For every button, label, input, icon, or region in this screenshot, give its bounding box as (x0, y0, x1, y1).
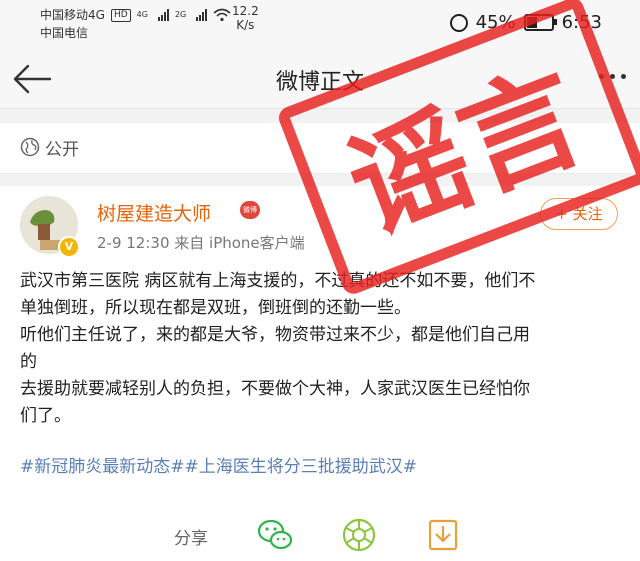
section-gap-2 (0, 174, 640, 186)
content-line: 武汉市第三医院 病区就有上海支援的，不过真的还不如不要，他们不 (20, 271, 536, 291)
wechat-icon[interactable] (256, 516, 294, 554)
hashtags-link[interactable]: #新冠肺炎最新动态##上海医生将分三批援助武汉# (20, 452, 417, 477)
content-line: 的 (20, 352, 37, 372)
share-bar: 分享 (0, 508, 640, 561)
battery-icon (523, 14, 557, 31)
signal-icon (157, 9, 169, 21)
alarm-icon (449, 13, 468, 32)
page-title: 微博正文 (275, 70, 364, 95)
content-line: 们了。 (20, 406, 71, 426)
nav-bar: 微博正文 (0, 50, 640, 109)
speed-unit: K/s (236, 18, 255, 32)
clock-time: 6:53 (561, 12, 602, 33)
save-icon[interactable] (424, 516, 462, 554)
status-bar: 中国移动4G HD 4G 2G 中国电信 12.2 K/s 45% 6:53 (0, 0, 640, 50)
author-name[interactable]: 树屋建造大师 (97, 199, 211, 226)
moments-icon[interactable] (340, 516, 378, 554)
share-label: 分享 (174, 529, 208, 549)
post-meta: 2-9 12:30 来自 iPhone客户端 (97, 234, 305, 252)
signal-icon-2 (196, 9, 208, 21)
section-gap (0, 109, 640, 123)
follow-button[interactable]: + 关注 (540, 198, 618, 230)
network-speed: 12.2 K/s (232, 4, 259, 32)
content-line: 单独倒班，所以现在都是双班，倒班倒的还勤一些。 (20, 298, 411, 318)
globe-icon (20, 137, 40, 157)
wifi-icon (213, 8, 231, 22)
content-line: 听他们主任说了，来的都是大爷，物资带过来不少，都是他们自己用 (20, 325, 530, 345)
post-content: 武汉市第三医院 病区就有上海支援的，不过真的还不如不要，他们不 单独倒班，所以现… (20, 268, 620, 430)
weibo-badge-icon: 微博 (240, 201, 260, 219)
verified-badge-icon: V (58, 236, 80, 258)
signal-2g-label: 2G (174, 10, 187, 19)
hd-badge: HD (110, 8, 131, 22)
speed-value: 12.2 (232, 4, 259, 18)
carrier-info: 中国移动4G HD 4G 2G 中国电信 (40, 6, 231, 42)
status-right: 45% 6:53 (449, 12, 602, 33)
carrier-2: 中国电信 (40, 26, 89, 40)
battery-percent: 45% (475, 12, 516, 33)
signal-4g-label: 4G (136, 10, 148, 19)
carrier-1: 中国移动4G (40, 8, 105, 22)
visibility-label: 公开 (45, 140, 79, 160)
visibility-row: 公开 (0, 123, 640, 174)
content-line: 去援助就要减轻别人的负担，不要做个大神，人家武汉医生已经怕你 (20, 379, 530, 399)
more-button[interactable] (599, 74, 626, 79)
